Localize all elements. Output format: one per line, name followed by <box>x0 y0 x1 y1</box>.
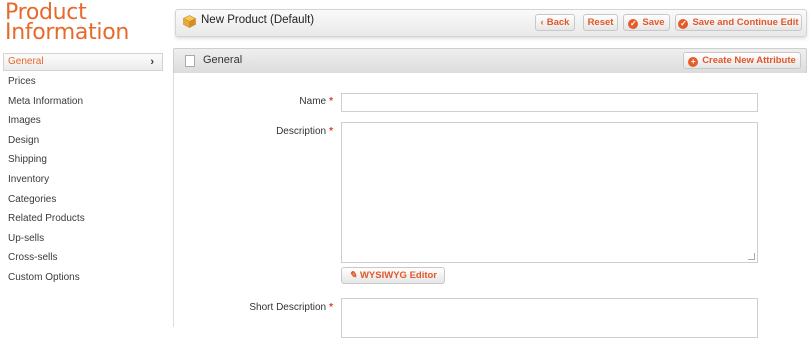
sidebar-item-label: Up-sells <box>8 232 45 244</box>
sidebar-item-general[interactable]: General › <box>3 53 163 71</box>
pen-icon: ✎ <box>348 270 357 281</box>
sidebar: Product Information General › Prices Met… <box>0 0 168 327</box>
sidebar-item-label: Shipping <box>8 154 47 166</box>
page-toolbar: New Product (Default) ‹ Back Reset ✓ Save … <box>175 9 807 37</box>
sidebar-item-label: General <box>8 56 44 67</box>
name-label-text: Name <box>299 96 327 107</box>
sidebar-item-label: Prices <box>8 76 36 87</box>
sidebar-item-meta-information[interactable]: Meta Information <box>0 92 168 112</box>
required-marker: * <box>329 96 333 107</box>
sidebar-item-design[interactable]: Design <box>0 131 168 151</box>
sidebar-item-shipping[interactable]: Shipping <box>0 150 168 170</box>
back-button[interactable]: ‹ Back <box>535 14 575 31</box>
sidebar-item-label: Custom Options <box>8 271 80 283</box>
sidebar-item-cross-sells[interactable]: Cross-sells <box>0 248 168 268</box>
sidebar-item-up-sells[interactable]: Up-sells <box>0 229 168 249</box>
sidebar-nav: General › Prices Meta Information Images… <box>0 53 168 288</box>
save-continue-button-label: Save and Continue Edit <box>692 17 799 28</box>
short-description-label: Short Description * <box>173 302 333 313</box>
chevron-right-icon: › <box>150 56 154 68</box>
sidebar-item-inventory[interactable]: Inventory <box>0 170 168 190</box>
sidebar-item-label: Meta Information <box>8 95 84 107</box>
wysiwyg-editor-button[interactable]: ✎ WYSIWYG Editor <box>341 267 445 284</box>
name-label: Name * <box>173 96 333 107</box>
resize-handle-icon[interactable] <box>748 253 755 260</box>
required-marker: * <box>329 302 333 313</box>
sidebar-item-categories[interactable]: Categories <box>0 190 168 210</box>
sidebar-item-label: Related Products <box>8 213 85 225</box>
short-description-textarea[interactable] <box>341 298 758 338</box>
required-marker: * <box>329 126 333 137</box>
sidebar-item-label: Design <box>8 134 40 146</box>
save-button[interactable]: ✓ Save <box>623 14 670 31</box>
sidebar-item-label: Inventory <box>8 173 50 185</box>
check-circle-icon: ✓ <box>628 19 639 29</box>
reset-button[interactable]: Reset <box>583 14 618 31</box>
save-button-label: Save <box>642 17 665 28</box>
section-header: General + Create New Attribute <box>173 48 807 74</box>
sidebar-item-related-products[interactable]: Related Products <box>0 209 168 229</box>
wysiwyg-label: WYSIWYG Editor <box>359 270 438 281</box>
sidebar-item-label: Cross-sells <box>8 252 58 264</box>
sidebar-item-label: Categories <box>8 193 57 205</box>
chevron-left-icon: ‹ <box>540 17 544 28</box>
create-attribute-button[interactable]: + Create New Attribute <box>683 52 801 69</box>
reset-button-label: Reset <box>587 17 614 28</box>
document-icon <box>185 55 195 67</box>
name-field[interactable] <box>341 93 758 112</box>
page-title: New Product (Default) <box>201 14 315 26</box>
create-attribute-label: Create New Attribute <box>702 55 796 66</box>
sidebar-title: Product Information <box>5 0 130 45</box>
product-cube-icon <box>183 15 196 28</box>
short-description-label-text: Short Description <box>249 302 327 313</box>
sidebar-item-images[interactable]: Images <box>0 111 168 131</box>
save-and-continue-button[interactable]: ✓ Save and Continue Edit <box>675 14 802 31</box>
sidebar-item-prices[interactable]: Prices <box>0 72 168 92</box>
sidebar-item-custom-options[interactable]: Custom Options <box>0 268 168 288</box>
description-label-text: Description <box>276 126 327 137</box>
description-textarea[interactable] <box>341 122 758 263</box>
sidebar-item-label: Images <box>8 115 41 127</box>
description-label: Description * <box>173 126 333 137</box>
back-button-label: Back <box>546 17 570 28</box>
plus-circle-icon: + <box>688 57 699 67</box>
section-title: General <box>203 54 243 66</box>
check-circle-icon: ✓ <box>678 19 689 29</box>
